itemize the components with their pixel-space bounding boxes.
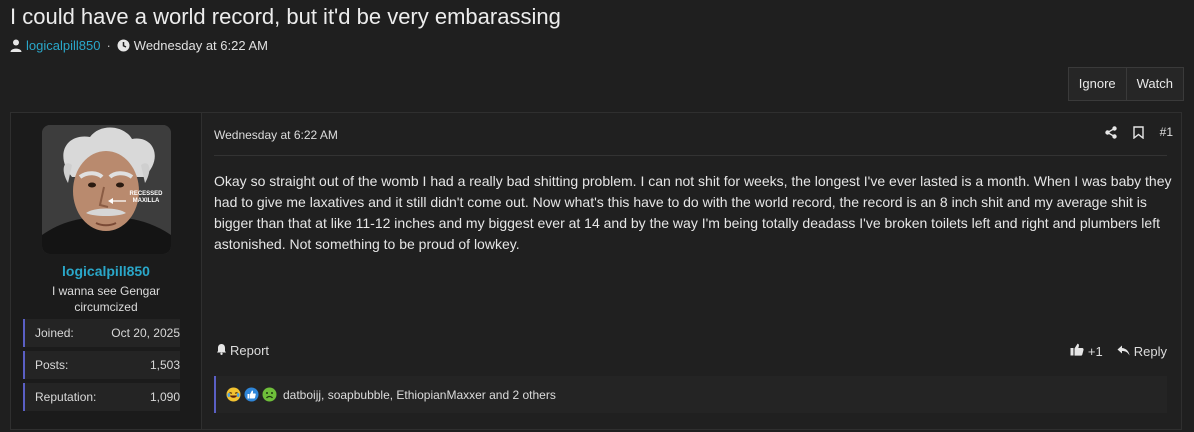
post-date[interactable]: Wednesday at 6:22 AM bbox=[214, 128, 338, 142]
user-icon bbox=[10, 39, 22, 52]
thread-meta: logicalpill850 · Wednesday at 6:22 AM bbox=[10, 38, 268, 53]
report-label: Report bbox=[230, 343, 270, 358]
post-body: Okay so straight out of the womb I had a… bbox=[214, 173, 1172, 252]
like-count: +1 bbox=[1087, 343, 1103, 359]
reply-button[interactable]: Reply bbox=[1117, 344, 1167, 359]
stat-value: 1,090 bbox=[149, 390, 180, 404]
stat-label: Posts: bbox=[35, 358, 69, 372]
bookmark-icon[interactable] bbox=[1132, 125, 1144, 139]
stat-value[interactable]: 1,503 bbox=[150, 358, 180, 372]
reaction-users[interactable]: datboijj, soapbubble, EthiopianMaxxer an… bbox=[283, 388, 556, 402]
stat-label: Reputation: bbox=[35, 390, 97, 404]
thumbs-up-icon bbox=[1070, 343, 1084, 359]
bell-icon bbox=[216, 343, 227, 358]
ignore-button[interactable]: Ignore bbox=[1069, 68, 1126, 100]
clock-icon bbox=[117, 39, 130, 52]
thread-author-link[interactable]: logicalpill850 bbox=[26, 38, 100, 53]
like-button[interactable]: +1 bbox=[1070, 343, 1103, 359]
thread-title: I could have a world record, but it'd be… bbox=[10, 4, 561, 29]
avatar[interactable]: RECESSED MAXILLA bbox=[42, 125, 171, 254]
watch-button[interactable]: Watch bbox=[1125, 68, 1183, 100]
avatar-caption: RECESSED MAXILLA bbox=[129, 191, 163, 204]
post-username[interactable]: logicalpill850 bbox=[11, 263, 201, 279]
thread-date[interactable]: Wednesday at 6:22 AM bbox=[134, 38, 268, 53]
sick-emoji-icon bbox=[262, 387, 277, 402]
post: RECESSED MAXILLA logicalpill850 I wanna … bbox=[10, 112, 1182, 430]
laughing-emoji-icon bbox=[226, 387, 241, 402]
share-icon[interactable] bbox=[1104, 125, 1117, 139]
thread-actions: Ignore Watch bbox=[1067, 67, 1184, 101]
stat-reputation: Reputation: 1,090 bbox=[23, 383, 180, 411]
stat-posts: Posts: 1,503 bbox=[23, 351, 180, 379]
reply-icon bbox=[1117, 344, 1130, 359]
post-reactions: +1 Reply bbox=[1070, 343, 1167, 359]
report-link[interactable]: Report bbox=[216, 343, 269, 358]
reaction-summary[interactable]: datboijj, soapbubble, EthiopianMaxxer an… bbox=[214, 376, 1167, 413]
post-number-link[interactable]: #1 bbox=[1160, 125, 1173, 139]
meta-separator: · bbox=[106, 38, 111, 53]
post-header-divider bbox=[214, 155, 1167, 156]
user-block: RECESSED MAXILLA logicalpill850 I wanna … bbox=[11, 113, 202, 429]
stat-value: Oct 20, 2025 bbox=[111, 326, 180, 340]
stat-label: Joined: bbox=[35, 326, 74, 340]
stat-joined: Joined: Oct 20, 2025 bbox=[23, 319, 180, 347]
like-reaction-icon bbox=[244, 387, 259, 402]
reply-label: Reply bbox=[1133, 343, 1167, 359]
user-title: I wanna see Gengar circumcized bbox=[51, 284, 161, 314]
post-tools: #1 bbox=[1104, 125, 1173, 139]
